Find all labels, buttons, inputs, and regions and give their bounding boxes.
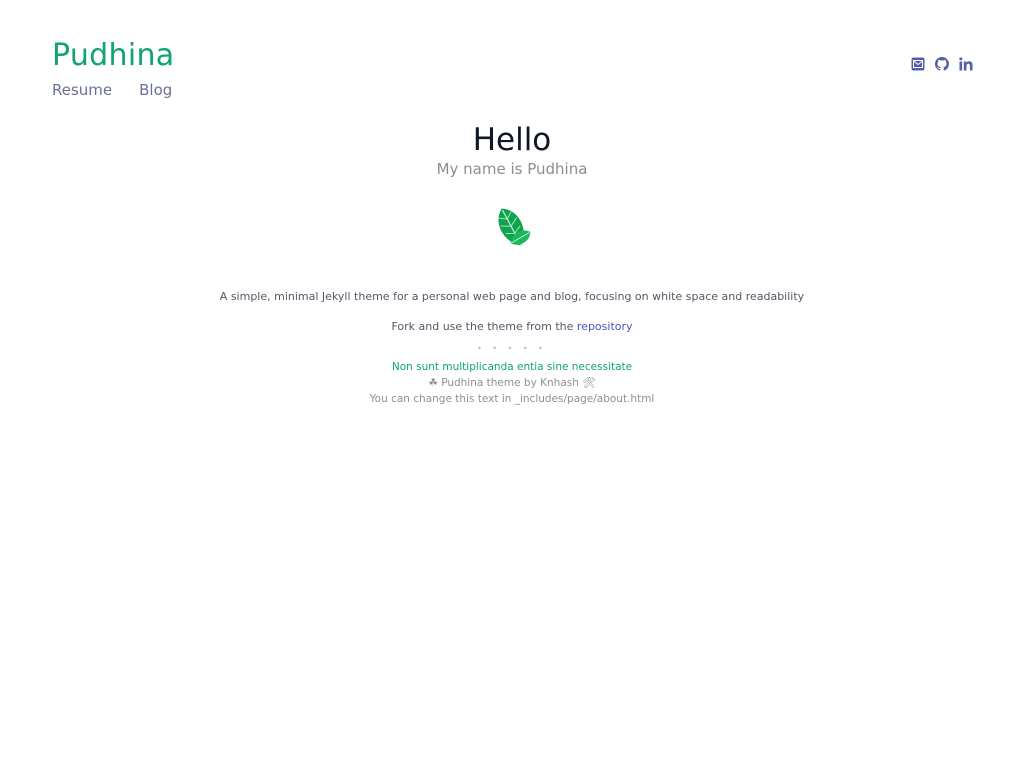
footer-quote: Non sunt multiplicanda entia sine necess… [391, 361, 633, 373]
page-heading: Hello [472, 122, 552, 158]
about-note: You can change this text in _includes/pa… [369, 393, 655, 405]
page-subtitle: My name is Pudhina [436, 160, 588, 178]
repository-link[interactable]: repository [577, 320, 633, 333]
main-content: Hello My name is Pudhina A simple, minim… [0, 120, 1024, 407]
theme-credit: ☘ Pudhina theme by Knhash 🛠 [428, 377, 596, 389]
github-icon[interactable] [935, 57, 949, 71]
page: Pudhina Resume Blog Hello My name is Pud… [0, 0, 1024, 768]
linkedin-icon[interactable] [959, 57, 973, 71]
fork-text: Fork and use the theme from the reposito… [0, 320, 1024, 334]
site-description: A simple, minimal Jekyll theme for a per… [219, 290, 805, 303]
site-title-link[interactable]: Pudhina [52, 38, 174, 73]
main-nav: Resume Blog [52, 81, 172, 99]
fork-prefix: Fork and use the theme from the [391, 320, 574, 333]
mint-leaf-icon [490, 204, 534, 252]
divider-dots: • • • • • [477, 344, 547, 353]
email-icon[interactable] [911, 57, 925, 71]
nav-item-resume[interactable]: Resume [52, 81, 112, 99]
social-links [911, 57, 973, 71]
nav-item-blog[interactable]: Blog [139, 81, 172, 99]
